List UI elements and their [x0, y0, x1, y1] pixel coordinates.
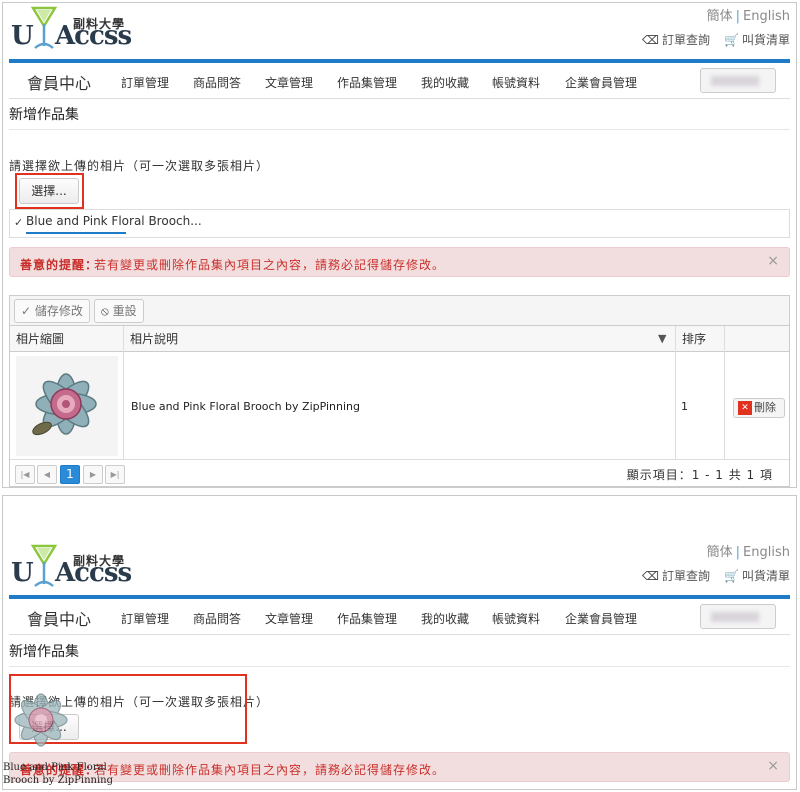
top-links: ⌫ 訂單查詢 🛒 叫貨清單: [642, 567, 790, 584]
lang-english-link[interactable]: English: [743, 545, 790, 560]
user-account-button[interactable]: [700, 604, 776, 629]
photo-description: Blue and Pink Floral Brooch by ZipPinnin…: [131, 400, 361, 413]
save-changes-button[interactable]: ✓ 儲存修改: [14, 299, 90, 323]
dragged-description-line1: Blue and Pink Floral: [3, 762, 107, 773]
order-tag-icon: ⌫: [642, 569, 660, 583]
divider: [9, 666, 790, 667]
nav-item-articles[interactable]: 文章管理: [265, 610, 313, 627]
lang-simplified-link[interactable]: 簡体: [707, 9, 733, 24]
col-order: 排序: [676, 326, 725, 352]
nav-item-favorites[interactable]: 我的收藏: [421, 74, 469, 91]
user-account-button[interactable]: [700, 68, 776, 93]
check-icon: ✓: [14, 216, 24, 229]
upload-hint: 請選擇欲上傳的相片（可一次選取多張相片）: [9, 159, 270, 173]
logo-chinese-name: 副料大學: [73, 554, 126, 568]
main-nav: 會員中心 訂單管理 商品問答 文章管理 作品集管理 我的收藏 帳號資料 企業會員…: [9, 63, 790, 99]
nav-item-orders[interactable]: 訂單管理: [121, 610, 169, 627]
reset-button[interactable]: ⦸ 重設: [94, 299, 144, 323]
nav-member-center[interactable]: 會員中心: [27, 70, 91, 94]
last-page-button[interactable]: ▶|: [105, 465, 125, 484]
order-cell: 1: [676, 352, 725, 460]
logo-chinese-name: 副料大學: [73, 17, 126, 31]
selected-file-row: ✓ Blue and Pink Floral Brooch...: [9, 209, 790, 238]
filter-icon[interactable]: ▼: [658, 332, 666, 345]
cart-link[interactable]: 🛒 叫貨清單: [724, 567, 790, 584]
col-description: 相片說明: [124, 326, 676, 352]
reminder-alert: 善意的提醒： 若有變更或刪除作品集內項目之內容，請務必記得儲存修改。 ×: [9, 752, 790, 782]
nav-item-account[interactable]: 帳號資料: [492, 74, 540, 91]
language-switcher: 簡体 | English: [706, 545, 790, 560]
logo-u: U: [11, 21, 34, 51]
divider: [9, 129, 790, 130]
close-icon[interactable]: ×: [767, 758, 779, 774]
lang-simplified-link[interactable]: 簡体: [707, 545, 733, 560]
nav-item-enterprise[interactable]: 企業會員管理: [565, 610, 637, 627]
close-icon[interactable]: ×: [767, 253, 779, 269]
pager-info: 顯示項目：1 - 1 共 1 項: [626, 468, 773, 482]
delete-icon: ✕: [738, 401, 752, 415]
prev-page-button[interactable]: ◀: [37, 465, 57, 484]
nav-item-qa[interactable]: 商品問答: [193, 610, 241, 627]
selected-file-name: Blue and Pink Floral Brooch...: [26, 214, 202, 228]
nav-item-portfolio[interactable]: 作品集管理: [337, 74, 397, 91]
screenshot-panel-after: U Accss 副料大學 簡体 | English ⌫ 訂單查詢 🛒 叫貨清單 會員中心…: [2, 495, 797, 790]
nav-item-portfolio[interactable]: 作品集管理: [337, 610, 397, 627]
cart-icon: 🛒: [724, 33, 739, 47]
language-switcher: 簡体 | English: [706, 9, 790, 24]
action-cell: ✕ 刪除: [725, 352, 795, 460]
order-query-link[interactable]: ⌫ 訂單查詢: [642, 31, 710, 48]
nav-item-favorites[interactable]: 我的收藏: [421, 610, 469, 627]
nav-item-account[interactable]: 帳號資料: [492, 610, 540, 627]
nav-item-qa[interactable]: 商品問答: [193, 74, 241, 91]
select-files-button[interactable]: 選擇...: [19, 178, 79, 204]
portfolio-grid: ✓ 儲存修改 ⦸ 重設 相片縮圖 相片說明 ▼ 排序 Blue and Pink…: [9, 295, 790, 487]
cart-link[interactable]: 🛒 叫貨清單: [724, 31, 790, 48]
nav-item-articles[interactable]: 文章管理: [265, 74, 313, 91]
table-row: Blue and Pink Floral Brooch by ZipPinnin…: [10, 352, 789, 460]
top-links: ⌫ 訂單查詢 🛒 叫貨清單: [642, 31, 790, 48]
page-title: 新增作品集: [9, 644, 79, 660]
screenshot-panel-before: U Accss 副料大學 簡体 | English ⌫ 訂單查詢 🛒 叫貨清單 會員中心…: [2, 2, 797, 488]
dragged-description-line2: Brooch by ZipPinning: [3, 775, 114, 786]
order-value: 1: [681, 400, 688, 413]
page-title: 新增作品集: [9, 107, 79, 123]
upload-progress-bar: [26, 232, 126, 234]
reminder-alert: 善意的提醒： 若有變更或刪除作品集內項目之內容，請務必記得儲存修改。 ×: [9, 247, 790, 277]
brooch-thumbnail-image: [16, 356, 118, 456]
check-icon: ✓: [21, 304, 35, 318]
delete-button[interactable]: ✕ 刪除: [733, 398, 785, 418]
next-page-button[interactable]: ▶: [83, 465, 103, 484]
order-query-link[interactable]: ⌫ 訂單查詢: [642, 567, 710, 584]
alert-message: 若有變更或刪除作品集內項目之內容，請務必記得儲存修改。: [94, 258, 446, 272]
grid-header: 相片縮圖 相片說明 ▼ 排序: [10, 326, 789, 352]
nav-member-center[interactable]: 會員中心: [27, 606, 91, 630]
col-thumbnail: 相片縮圖: [10, 326, 124, 352]
pager: |◀ ◀ 1 ▶ ▶| 顯示項目：1 - 1 共 1 項: [10, 460, 789, 487]
thumbnail-cell: [10, 352, 124, 460]
nav-item-orders[interactable]: 訂單管理: [121, 74, 169, 91]
page-number-button[interactable]: 1: [60, 465, 80, 484]
cancel-icon: ⦸: [101, 304, 113, 318]
lang-english-link[interactable]: English: [743, 9, 790, 24]
alert-message: 若有變更或刪除作品集內項目之內容，請務必記得儲存修改。: [94, 763, 446, 777]
nav-item-enterprise[interactable]: 企業會員管理: [565, 74, 637, 91]
alert-label: 善意的提醒：: [20, 258, 99, 272]
logo-u: U: [11, 558, 34, 588]
grid-toolbar: ✓ 儲存修改 ⦸ 重設: [10, 296, 789, 326]
main-nav: 會員中心 訂單管理 商品問答 文章管理 作品集管理 我的收藏 帳號資料 企業會員…: [9, 599, 790, 635]
order-tag-icon: ⌫: [642, 33, 660, 47]
first-page-button[interactable]: |◀: [15, 465, 35, 484]
description-cell: Blue and Pink Floral Brooch by ZipPinnin…: [124, 352, 676, 460]
cart-icon: 🛒: [724, 569, 739, 583]
